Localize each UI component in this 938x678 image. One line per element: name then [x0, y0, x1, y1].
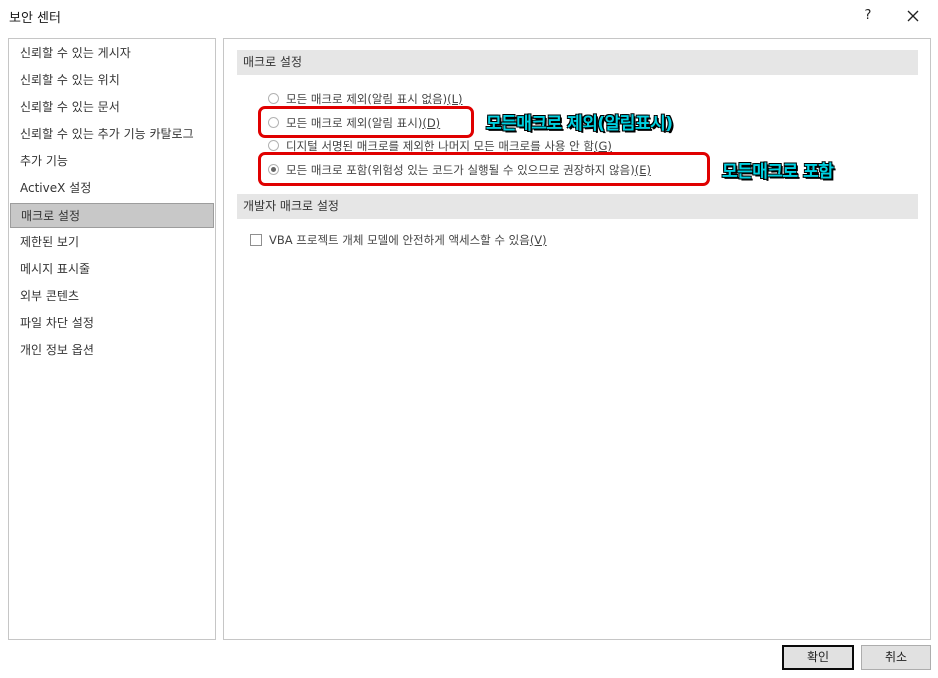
sidebar-item-trusted-documents[interactable]: 신뢰할 수 있는 문서	[10, 95, 214, 120]
sidebar-item-macro-settings[interactable]: 매크로 설정	[10, 203, 214, 228]
highlight-enable-all	[258, 152, 710, 186]
sidebar-item-privacy-options[interactable]: 개인 정보 옵션	[10, 338, 214, 363]
close-button[interactable]	[902, 5, 924, 27]
sidebar-item-trusted-publishers[interactable]: 신뢰할 수 있는 게시자	[10, 41, 214, 66]
title-bar: 보안 센터 ?	[0, 0, 938, 34]
sidebar-item-message-bar[interactable]: 메시지 표시줄	[10, 257, 214, 282]
cancel-button[interactable]: 취소	[861, 645, 931, 670]
sidebar-item-activex-settings[interactable]: ActiveX 설정	[10, 176, 214, 201]
sidebar-item-trusted-locations[interactable]: 신뢰할 수 있는 위치	[10, 68, 214, 93]
close-icon	[907, 10, 919, 22]
radio-button[interactable]	[268, 140, 279, 151]
access-key: (G)	[593, 139, 612, 153]
annotation-disable-with-notification: 모든매크로 제외(알림표시)	[486, 114, 673, 134]
ok-button[interactable]: 확인	[782, 645, 854, 670]
checkbox[interactable]	[250, 234, 262, 246]
sidebar-item-external-content[interactable]: 외부 콘텐츠	[10, 284, 214, 309]
sidebar-item-addins[interactable]: 추가 기능	[10, 149, 214, 174]
help-button[interactable]: ?	[858, 6, 878, 26]
checkbox-label: VBA 프로젝트 개체 모델에 안전하게 액세스할 수 있음	[269, 233, 530, 247]
highlight-disable-with-notification	[258, 106, 474, 138]
sidebar-item-protected-view[interactable]: 제한된 보기	[10, 230, 214, 255]
radio-button[interactable]	[268, 93, 279, 104]
option-label: 디지털 서명된 매크로를 제외한 나머지 모든 매크로를 사용 안 함	[286, 139, 594, 153]
macro-settings-header: 매크로 설정	[237, 50, 918, 75]
access-key: (L)	[447, 92, 463, 106]
sidebar-item-file-block-settings[interactable]: 파일 차단 설정	[10, 311, 214, 336]
developer-macro-settings-header: 개발자 매크로 설정	[237, 194, 918, 219]
category-list: 신뢰할 수 있는 게시자 신뢰할 수 있는 위치 신뢰할 수 있는 문서 신뢰할…	[8, 38, 216, 640]
option-label: 모든 매크로 제외(알림 표시 없음)	[286, 92, 448, 106]
access-key: (V)	[529, 233, 547, 247]
annotation-enable-all: 모든매크로 포함	[722, 162, 834, 182]
dialog-title: 보안 센터	[9, 11, 61, 26]
sidebar-item-trusted-addin-catalogs[interactable]: 신뢰할 수 있는 추가 기능 카탈로그	[10, 122, 214, 147]
